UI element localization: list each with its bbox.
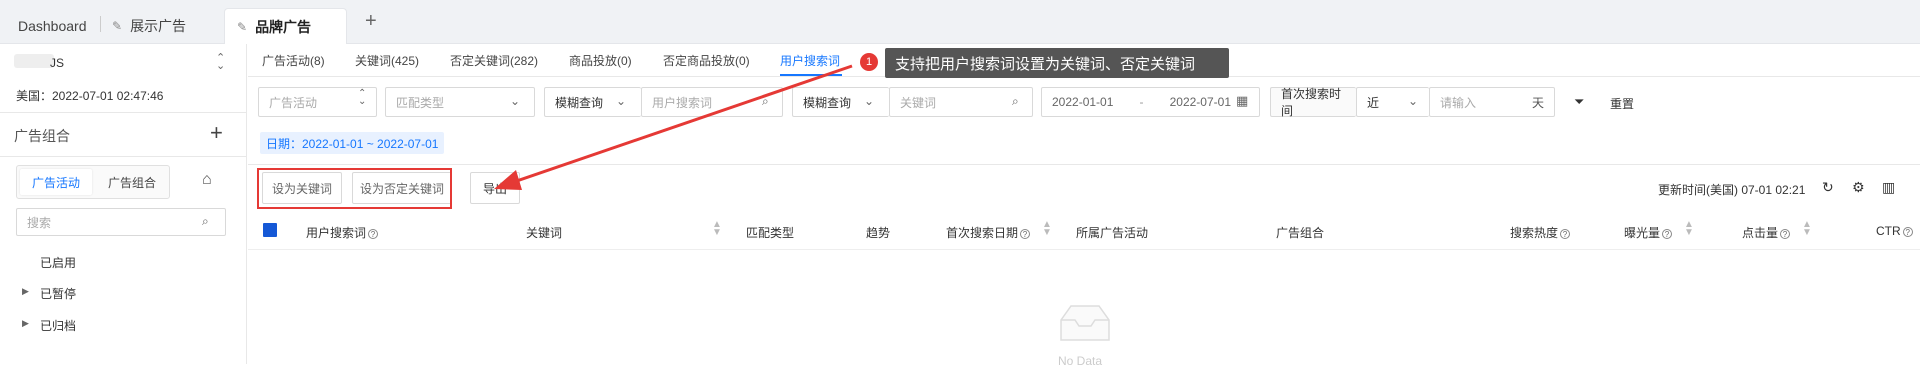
col-label: CTR: [1876, 224, 1901, 238]
help-icon[interactable]: ?: [1902, 226, 1913, 237]
select-all-checkbox[interactable]: [263, 223, 277, 237]
help-icon[interactable]: ?: [1662, 228, 1673, 239]
col-first-search-date: 首次搜索日期?: [946, 224, 1031, 241]
col-label: 关键词: [526, 226, 563, 240]
gear-icon[interactable]: ⚙: [1852, 179, 1865, 196]
empty-box-icon: [1060, 305, 1110, 341]
col-label: 趋势: [866, 226, 891, 240]
empty-text: No Data: [1058, 354, 1103, 368]
col-label: 所属广告活动: [1076, 226, 1149, 240]
sort-icon[interactable]: ▲ ▼: [1802, 220, 1812, 238]
sort-icon[interactable]: ▲ ▼: [1684, 220, 1694, 238]
col-label: 广告组合: [1276, 226, 1325, 240]
col-search-term: 用户搜索词?: [306, 224, 379, 241]
col-label: 匹配类型: [746, 226, 795, 240]
col-portfolio: 广告组合: [1276, 224, 1324, 241]
help-icon[interactable]: ?: [1020, 228, 1031, 239]
col-clicks: 点击量?: [1742, 224, 1791, 241]
col-match-type: 匹配类型: [746, 224, 794, 241]
col-label: 搜索热度: [1510, 226, 1559, 240]
col-trend: 趋势: [866, 224, 890, 241]
refresh-icon[interactable]: ↻: [1822, 179, 1834, 196]
annotation-arrow: [494, 64, 853, 190]
col-keyword: 关键词: [526, 224, 562, 241]
help-icon[interactable]: ?: [1780, 228, 1791, 239]
update-time: 更新时间(美国) 07-01 02:21: [1658, 183, 1806, 197]
col-impressions: 曝光量?: [1624, 224, 1673, 241]
help-icon[interactable]: ?: [1560, 228, 1571, 239]
help-icon[interactable]: ?: [368, 228, 379, 239]
col-label: 曝光量: [1624, 226, 1661, 240]
columns-icon[interactable]: ▥: [1882, 179, 1895, 196]
sort-icon[interactable]: ▲ ▼: [1042, 220, 1052, 238]
col-ctr: CTR?: [1876, 224, 1913, 238]
col-search-popularity: 搜索热度?: [1510, 224, 1571, 241]
sort-icon[interactable]: ▲ ▼: [712, 220, 722, 238]
col-label: 首次搜索日期: [946, 226, 1019, 240]
col-campaign: 所属广告活动: [1076, 224, 1148, 241]
col-label: 点击量: [1742, 226, 1779, 240]
col-label: 用户搜索词: [306, 226, 367, 240]
